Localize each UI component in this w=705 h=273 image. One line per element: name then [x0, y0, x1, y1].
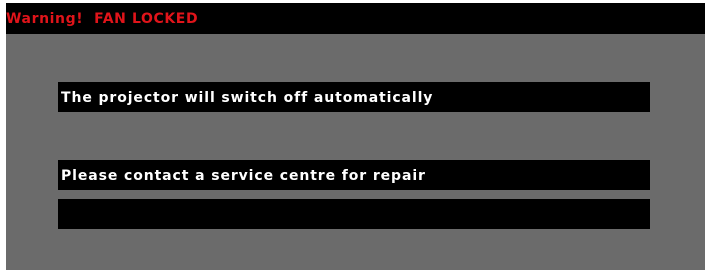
message-contact-service: Please contact a service centre for repa… — [61, 168, 426, 184]
warning-title: Warning! FAN LOCKED — [6, 11, 199, 27]
warning-dialog: Warning! FAN LOCKED The projector will s… — [6, 3, 705, 270]
message-box-auto-shutoff: The projector will switch off automatica… — [58, 82, 650, 112]
message-box-empty — [58, 199, 650, 229]
message-auto-shutoff: The projector will switch off automatica… — [61, 90, 434, 106]
title-bar: Warning! FAN LOCKED — [6, 3, 705, 34]
message-box-contact-service: Please contact a service centre for repa… — [58, 160, 650, 190]
